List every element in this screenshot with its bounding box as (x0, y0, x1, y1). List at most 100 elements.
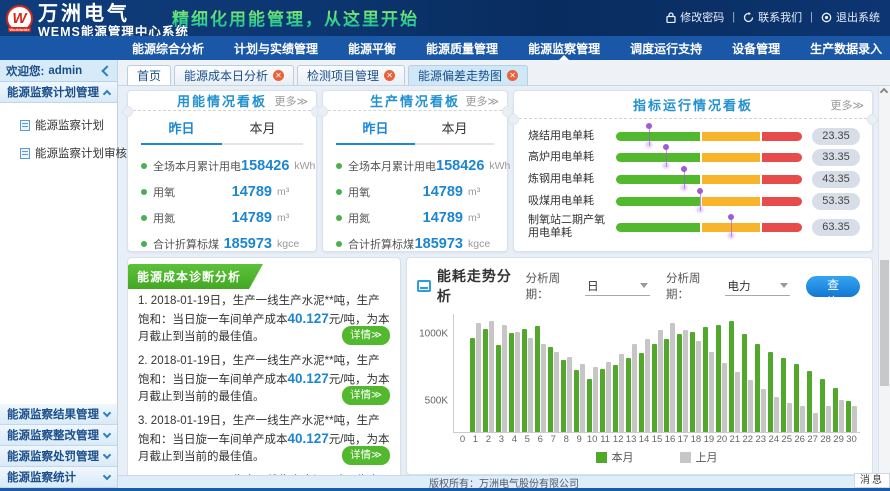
bar-上月[interactable] (593, 367, 598, 432)
nav-item[interactable]: 计划与实绩管理 (234, 36, 318, 60)
bar-本月[interactable] (509, 333, 514, 432)
bar-上月[interactable] (580, 364, 585, 432)
bar-本月[interactable] (496, 345, 501, 432)
scrollbar-thumb[interactable] (880, 260, 889, 386)
detail-button[interactable]: 详情≫ (342, 326, 390, 345)
bar-上月[interactable] (722, 363, 727, 432)
period-tab[interactable]: 本月 (222, 118, 303, 145)
sidebar-section[interactable]: 能源监察结果管理 (0, 404, 117, 425)
nav-item[interactable]: 设备管理 (732, 36, 780, 60)
bar-本月[interactable] (574, 370, 579, 432)
bar-上月[interactable] (489, 321, 494, 432)
detail-button[interactable]: 详情≫ (342, 446, 390, 465)
bar-本月[interactable] (600, 369, 605, 432)
bar-上月[interactable] (813, 413, 818, 432)
legend-item[interactable]: 上月 (680, 449, 718, 465)
energy-type-select[interactable]: 电力 (725, 277, 790, 296)
bar-上月[interactable] (658, 330, 663, 432)
document-tab[interactable]: 能源偏差走势图 ✕ (408, 65, 528, 85)
period-tab[interactable]: 昨日 (336, 118, 415, 145)
bar-上月[interactable] (696, 341, 701, 432)
bar-上月[interactable] (502, 325, 507, 432)
change-password-link[interactable]: 修改密码 (666, 9, 724, 25)
bar-本月[interactable] (470, 338, 475, 432)
bar-本月[interactable] (781, 358, 786, 432)
bar-本月[interactable] (820, 379, 825, 432)
bar-上月[interactable] (619, 354, 624, 432)
bar-本月[interactable] (522, 329, 527, 432)
bar-上月[interactable] (554, 352, 559, 432)
document-tab[interactable]: 能源成本日分析 ✕ (174, 65, 294, 85)
nav-item[interactable]: 调度运行支持 (630, 36, 702, 60)
bar-上月[interactable] (748, 380, 753, 432)
bar-本月[interactable] (742, 334, 747, 432)
bar-上月[interactable] (515, 332, 520, 432)
sidebar-section[interactable]: 能源监察统计 (0, 467, 117, 488)
bar-上月[interactable] (709, 352, 714, 432)
nav-item[interactable]: 生产数据录入 (810, 36, 882, 60)
sidebar-section[interactable]: 能源监察处罚管理 (0, 446, 117, 467)
bar-上月[interactable] (735, 372, 740, 432)
bar-本月[interactable] (677, 334, 682, 432)
bar-本月[interactable] (690, 332, 695, 432)
legend-item[interactable]: 本月 (596, 449, 634, 465)
detail-button[interactable]: 详情≫ (342, 386, 390, 405)
bar-本月[interactable] (794, 364, 799, 432)
bar-上月[interactable] (645, 339, 650, 432)
bar-本月[interactable] (768, 352, 773, 432)
query-button[interactable]: 查询 (806, 276, 860, 297)
bar-上月[interactable] (787, 403, 792, 432)
period-tab[interactable]: 昨日 (141, 118, 222, 145)
bar-本月[interactable] (626, 358, 631, 432)
bar-上月[interactable] (606, 362, 611, 432)
sidebar-tree-item[interactable]: 能源监察计划审核 (20, 145, 117, 161)
more-link[interactable]: 更多≫ (465, 93, 499, 109)
bar-本月[interactable] (548, 347, 553, 432)
vertical-scrollbar[interactable] (878, 86, 890, 475)
sidebar-collapse-icon[interactable] (101, 65, 112, 76)
bar-上月[interactable] (839, 400, 844, 432)
document-tab[interactable]: 检测项目管理 ✕ (297, 65, 405, 85)
bar-本月[interactable] (846, 401, 851, 432)
bar-上月[interactable] (541, 344, 546, 432)
bar-本月[interactable] (561, 360, 566, 432)
bar-上月[interactable] (670, 323, 675, 432)
nav-item[interactable]: 能源质量管理 (426, 36, 498, 60)
scroll-up-icon[interactable] (880, 88, 888, 96)
period-tab[interactable]: 本月 (415, 118, 494, 145)
close-icon[interactable]: ✕ (384, 70, 395, 81)
bar-上月[interactable] (632, 344, 637, 432)
bar-本月[interactable] (729, 321, 734, 432)
bar-上月[interactable] (800, 406, 805, 432)
bar-本月[interactable] (703, 327, 708, 432)
bar-本月[interactable] (833, 388, 838, 432)
bar-上月[interactable] (774, 397, 779, 432)
nav-item[interactable]: 能源监察管理 (528, 36, 600, 60)
nav-item[interactable]: 能源平衡 (348, 36, 396, 60)
message-button[interactable]: 消息 (854, 473, 890, 488)
bar-本月[interactable] (716, 325, 721, 432)
close-icon[interactable]: ✕ (507, 70, 518, 81)
bar-上月[interactable] (683, 330, 688, 432)
bar-上月[interactable] (852, 406, 857, 432)
bar-本月[interactable] (483, 329, 488, 432)
sidebar-section[interactable]: 能源监察整改管理 (0, 425, 117, 446)
bar-上月[interactable] (761, 389, 766, 432)
period-select[interactable]: 日 (585, 277, 650, 296)
nav-item[interactable]: 能源综合分析 (132, 36, 204, 60)
bar-本月[interactable] (639, 353, 644, 432)
contact-us-link[interactable]: 联系我们 (743, 9, 802, 25)
logout-link[interactable]: 退出系统 (821, 9, 880, 25)
bar-本月[interactable] (755, 344, 760, 432)
bar-本月[interactable] (613, 365, 618, 432)
bar-本月[interactable] (664, 339, 669, 432)
more-link[interactable]: 更多≫ (830, 97, 864, 113)
bar-上月[interactable] (528, 338, 533, 432)
sidebar-section-plan-management[interactable]: 能源监察计划管理 (0, 82, 117, 103)
bar-本月[interactable] (652, 344, 657, 432)
bar-上月[interactable] (476, 323, 481, 432)
bar-本月[interactable] (535, 326, 540, 432)
bar-上月[interactable] (826, 406, 831, 432)
bar-上月[interactable] (567, 357, 572, 432)
sidebar-tree-item[interactable]: 能源监察计划 (20, 117, 117, 133)
